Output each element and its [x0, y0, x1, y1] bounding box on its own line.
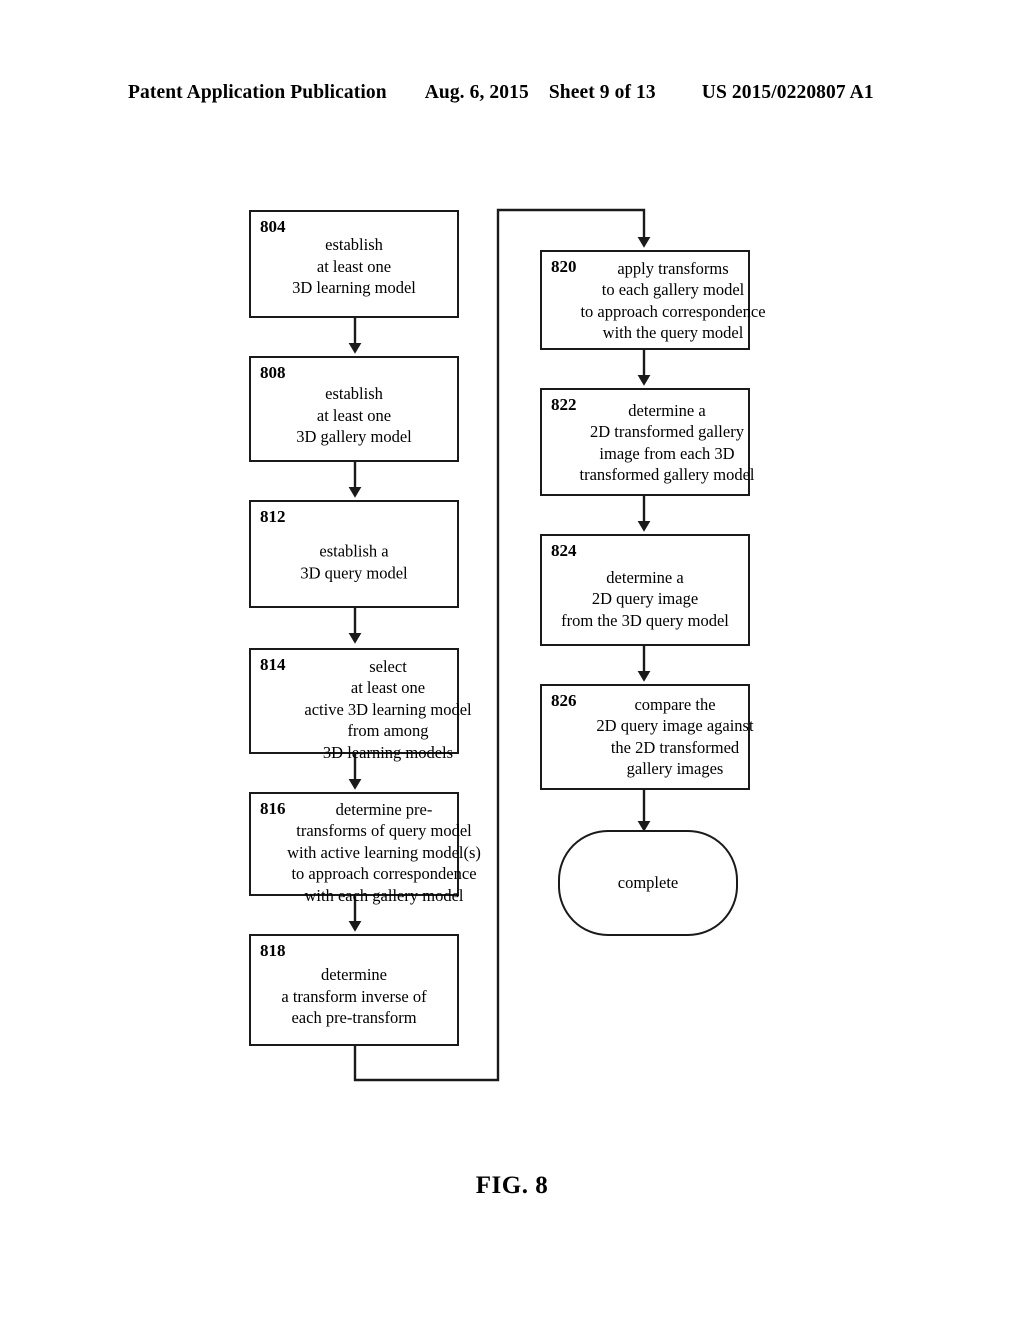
flowchart-diagram: 804 establish at least one 3D learning m…: [0, 0, 1024, 1320]
flow-node-820-label: apply transforms to each gallery model t…: [580, 259, 766, 343]
flow-node-824-ref: 824: [551, 541, 577, 560]
flow-node-820[interactable]: 820 apply transforms to each gallery mod…: [540, 250, 766, 350]
flow-node-812-ref: 812: [260, 507, 286, 526]
flow-node-804[interactable]: 804 establish at least one 3D learning m…: [249, 210, 459, 318]
flow-node-826-label: compare the 2D query image against the 2…: [596, 695, 754, 779]
flow-node-818-ref: 818: [260, 941, 286, 960]
flow-node-808-label: establish at least one 3D gallery model: [296, 383, 412, 446]
flow-node-826[interactable]: 826 compare the 2D query image against t…: [540, 684, 754, 790]
figure-caption: FIG. 8: [475, 1172, 549, 1199]
flow-node-808-ref: 808: [260, 363, 286, 382]
flow-node-824-label: determine a 2D query image from the 3D q…: [561, 567, 729, 630]
flow-terminal-complete[interactable]: complete: [558, 830, 738, 936]
flow-node-816-label: determine pre- transforms of query model…: [287, 800, 481, 905]
flow-node-818[interactable]: 818 determine a transform inverse of eac…: [249, 934, 459, 1046]
flow-node-808[interactable]: 808 establish at least one 3D gallery mo…: [249, 356, 459, 462]
flow-terminal-complete-label: complete: [617, 873, 679, 892]
flow-node-812[interactable]: 812 establish a 3D query model: [249, 500, 459, 608]
flow-node-818-label: determine a transform inverse of each pr…: [281, 965, 427, 1028]
flow-node-812-label: establish a 3D query model: [300, 541, 408, 583]
flow-node-824[interactable]: 824 determine a 2D query image from the …: [540, 534, 750, 646]
flow-node-804-ref: 804: [260, 217, 286, 236]
flow-node-814[interactable]: 814 select at least one active 3D learni…: [249, 648, 472, 762]
flowchart-connectors: [348, 208, 651, 1082]
flow-node-816[interactable]: 816 determine pre- transforms of query m…: [249, 792, 481, 905]
flow-node-804-label: establish at least one 3D learning model: [292, 234, 416, 297]
flow-node-822[interactable]: 822 determine a 2D transformed gallery i…: [540, 388, 755, 496]
flow-node-822-label: determine a 2D transformed gallery image…: [579, 401, 755, 485]
flow-node-814-label: select at least one active 3D learning m…: [304, 657, 472, 762]
